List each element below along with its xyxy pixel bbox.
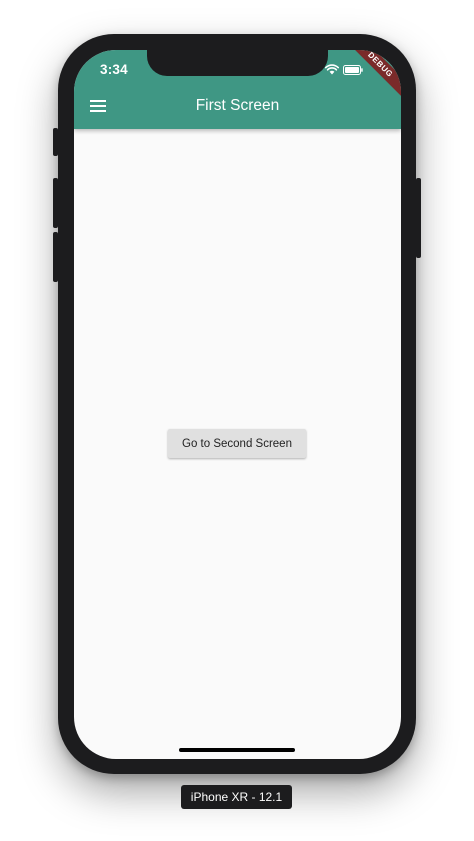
debug-banner: DEBUG xyxy=(343,50,401,102)
battery-icon xyxy=(343,64,363,75)
home-indicator[interactable] xyxy=(179,748,295,752)
simulator-stage: 3:34 First Screen DEBUG Go to Second Scr… xyxy=(0,0,474,841)
status-time: 3:34 xyxy=(100,62,128,77)
volume-down-button xyxy=(53,232,58,282)
device-label: iPhone XR - 12.1 xyxy=(181,785,292,809)
power-button xyxy=(416,178,421,258)
mute-switch xyxy=(53,128,58,156)
device-notch xyxy=(147,50,328,76)
volume-up-button xyxy=(53,178,58,228)
wifi-icon xyxy=(325,64,339,75)
go-to-second-screen-button[interactable]: Go to Second Screen xyxy=(168,429,306,458)
app-bar-title: First Screen xyxy=(195,97,280,114)
device-screen: 3:34 First Screen DEBUG Go to Second Scr… xyxy=(74,50,401,759)
